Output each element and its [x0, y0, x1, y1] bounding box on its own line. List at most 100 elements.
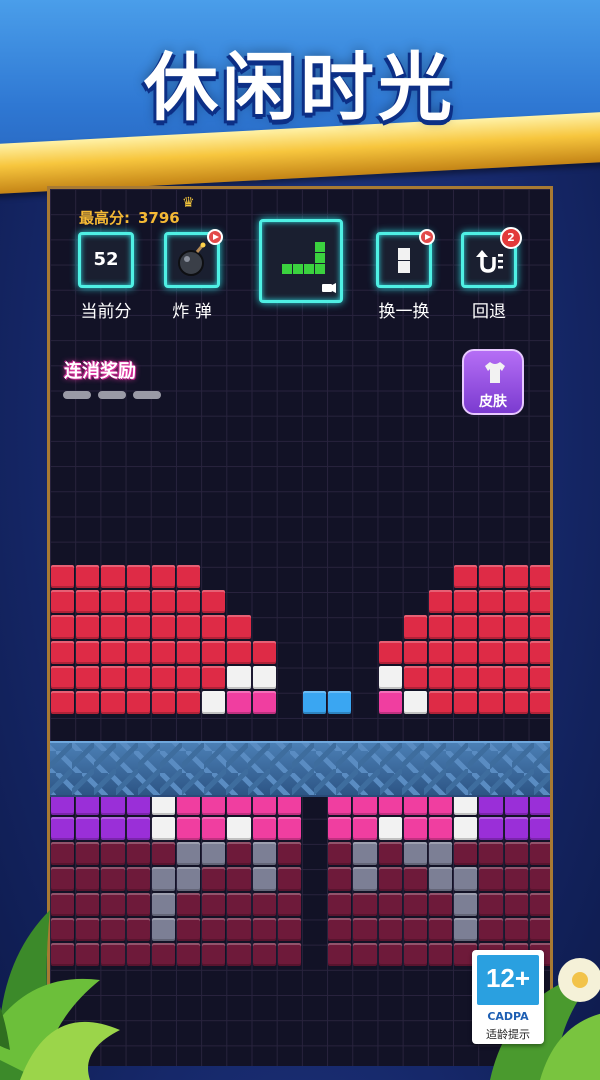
block-dark_red [277, 867, 301, 891]
block-red [126, 615, 150, 639]
block-red [454, 590, 478, 614]
block-purple [126, 817, 150, 841]
combo-progress-segment [98, 391, 126, 399]
block-gray [454, 867, 478, 891]
block-red [126, 665, 150, 689]
block-red [429, 590, 453, 614]
block-red [202, 640, 226, 664]
block-pink [353, 817, 377, 841]
block-dark_red [378, 842, 402, 866]
block-red [454, 665, 478, 689]
block-dark_red [177, 892, 201, 916]
block-red [51, 640, 75, 664]
block-dark_red [227, 892, 251, 916]
bomb-button[interactable] [164, 229, 223, 288]
block-gray [177, 842, 201, 866]
block-red [76, 691, 100, 715]
block-white [227, 817, 251, 841]
block-pink [277, 817, 301, 841]
block-dark_red [328, 842, 352, 866]
swap-label: 换一换 [378, 302, 430, 322]
block-purple [504, 817, 528, 841]
block-red [429, 691, 453, 715]
bomb-label: 炸 弹 [172, 302, 212, 322]
skin-button[interactable]: 皮肤 [462, 349, 524, 415]
block-red [504, 565, 528, 589]
block-gray [429, 842, 453, 866]
block-pink [252, 691, 276, 715]
block-dark_red [529, 842, 550, 866]
block-dark_red [403, 943, 427, 967]
block-dark_red [227, 842, 251, 866]
block-dark_red [328, 917, 352, 941]
block-white [202, 691, 226, 715]
block-red [454, 640, 478, 664]
block-white [151, 817, 175, 841]
block-red [504, 640, 528, 664]
banner-title: 休闲时光 [144, 45, 456, 131]
age-rating-panel: 12+ [477, 955, 539, 1005]
block-red [429, 615, 453, 639]
block-red [529, 640, 550, 664]
combo-progress-segment [133, 391, 161, 399]
block-red [479, 691, 503, 715]
block-dark_red [277, 892, 301, 916]
block-red [126, 640, 150, 664]
block-red [177, 691, 201, 715]
block-dark_red [479, 867, 503, 891]
best-score-label: 最高分: [79, 209, 130, 227]
block-red [479, 590, 503, 614]
crown-icon: ♛ [182, 195, 195, 211]
block-red [51, 691, 75, 715]
block-dark_red [479, 842, 503, 866]
block-red [479, 665, 503, 689]
block-dark_red [328, 943, 352, 967]
block-white [227, 665, 251, 689]
block-dark_red [126, 943, 150, 967]
block-red [101, 615, 125, 639]
block-white [378, 665, 402, 689]
best-score-value: 3796 [138, 209, 180, 227]
block-red [252, 640, 276, 664]
block-dark_red [403, 892, 427, 916]
block-dark_red [227, 943, 251, 967]
block-gray [252, 867, 276, 891]
block-red [202, 590, 226, 614]
block-gray [353, 867, 377, 891]
block-red [101, 565, 125, 589]
block-purple [529, 817, 550, 841]
block-red [504, 665, 528, 689]
block-purple [479, 817, 503, 841]
block-red [378, 640, 402, 664]
skin-label: 皮肤 [479, 394, 507, 410]
block-pink [202, 817, 226, 841]
block-red [454, 691, 478, 715]
block-red [454, 615, 478, 639]
block-purple [76, 817, 100, 841]
block-dark_red [328, 892, 352, 916]
block-dark_red [504, 867, 528, 891]
undo-button[interactable]: 2 [461, 227, 522, 288]
block-dark_red [378, 917, 402, 941]
block-dark_red [504, 842, 528, 866]
swap-button[interactable] [376, 229, 435, 288]
block-red [202, 665, 226, 689]
block-pink [328, 817, 352, 841]
block-red [479, 615, 503, 639]
block-pink [429, 817, 453, 841]
block-red [454, 565, 478, 589]
block-red [177, 615, 201, 639]
block-red [76, 565, 100, 589]
block-dark_red [277, 842, 301, 866]
block-red [101, 691, 125, 715]
age-rating-badge: 12+ CADPA 适龄提示 [472, 950, 544, 1044]
next-piece-box[interactable] [259, 219, 343, 303]
block-dark_red [454, 842, 478, 866]
block-gray [202, 842, 226, 866]
block-purple [51, 817, 75, 841]
block-dark_red [277, 917, 301, 941]
block-pink [227, 691, 251, 715]
block-dark_red [126, 842, 150, 866]
block-gray [429, 867, 453, 891]
block-red [227, 640, 251, 664]
